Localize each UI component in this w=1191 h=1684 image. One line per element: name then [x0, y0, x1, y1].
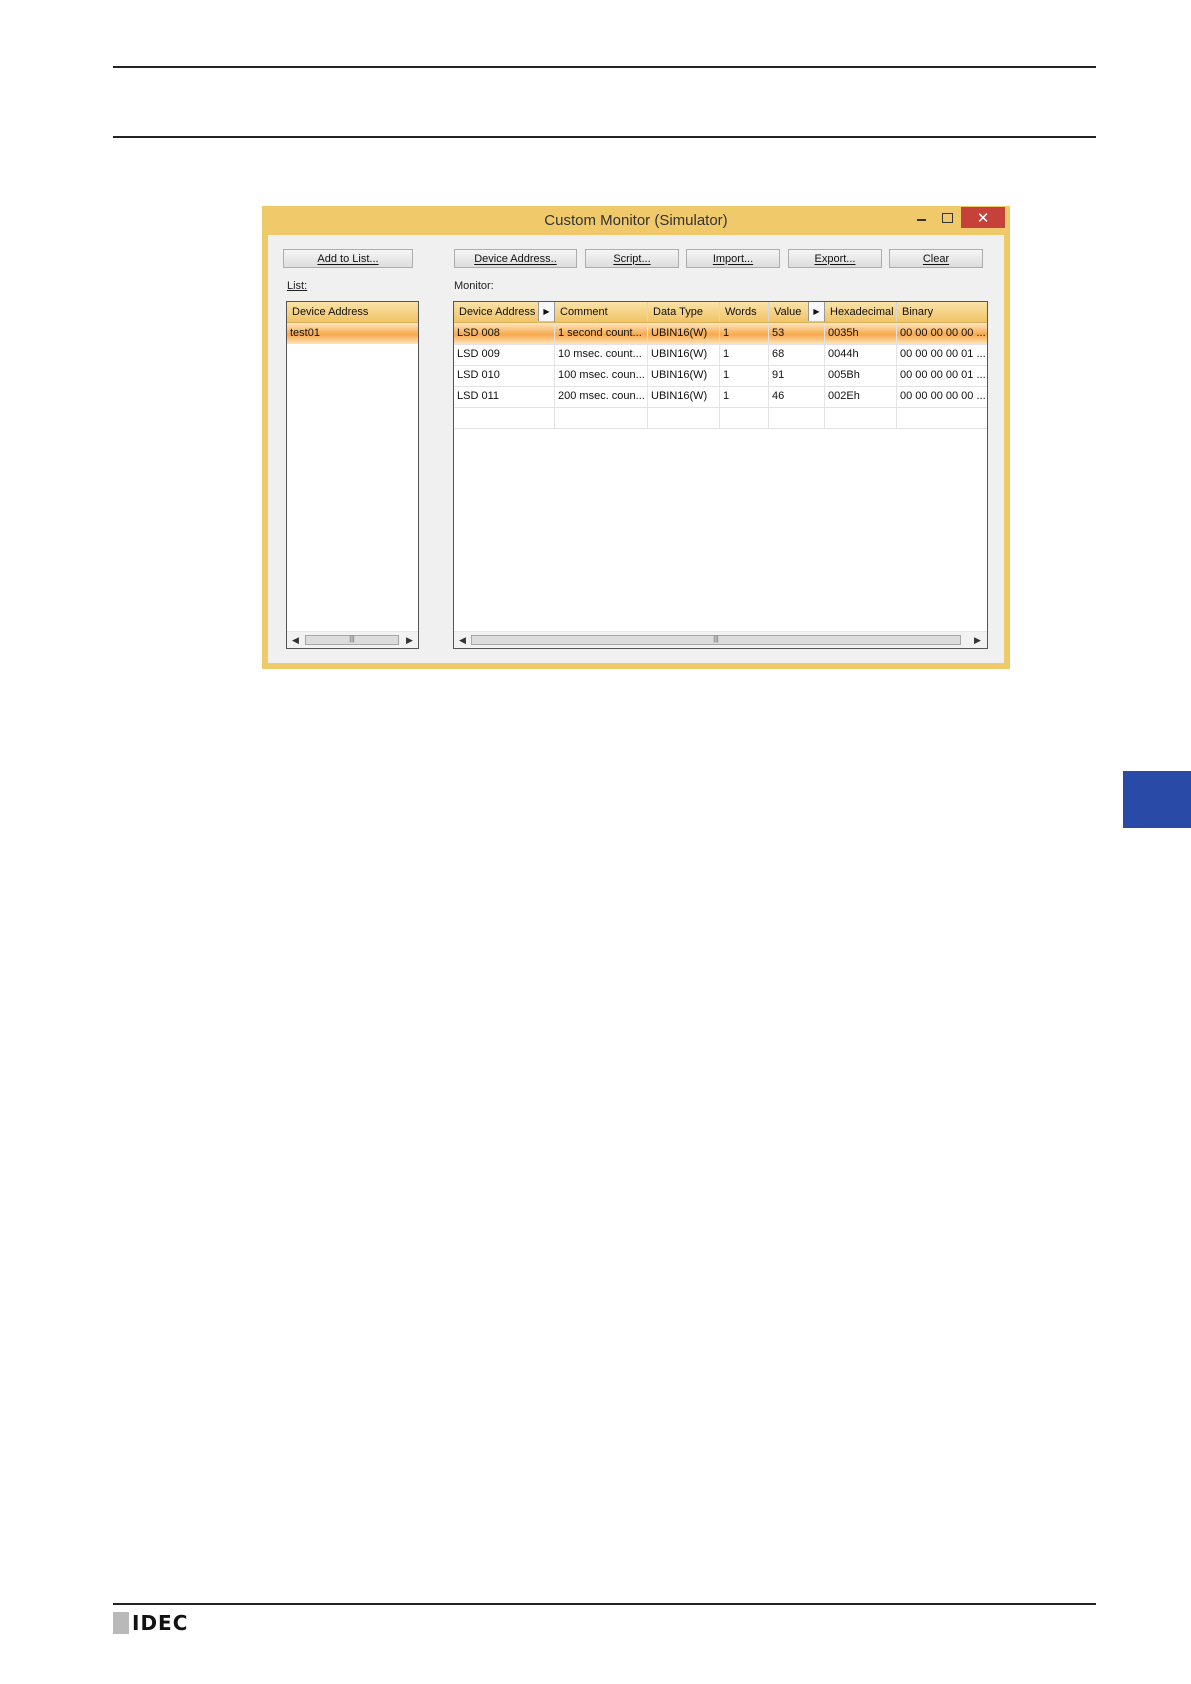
logo-mark — [113, 1612, 129, 1634]
column-value-label: Value — [774, 306, 802, 318]
cell-binary: 00 00 00 00 01 ... — [900, 369, 986, 381]
monitor-horizontal-scrollbar[interactable]: ◀ ||| ▶ — [454, 631, 987, 648]
close-button[interactable]: ✕ — [961, 207, 1005, 228]
monitor-label: Monitor: — [454, 280, 494, 292]
list-horizontal-scrollbar[interactable]: ◀ ||| ▶ — [287, 631, 418, 648]
sort-arrow-icon[interactable]: ▶ — [808, 302, 824, 321]
cell-device-address: LSD 010 — [454, 365, 555, 386]
close-icon: ✕ — [976, 209, 990, 227]
minimize-icon — [916, 218, 926, 221]
import-button[interactable]: Import... — [686, 249, 780, 268]
cell-binary: 00 00 00 00 00 ... — [900, 327, 986, 339]
cell-value: 68 — [769, 344, 825, 365]
cell-words: 1 — [720, 386, 769, 407]
table-row-empty[interactable] — [454, 407, 987, 429]
script-button[interactable]: Script... — [585, 249, 679, 268]
column-device-address[interactable]: Device Address ▶ — [454, 302, 555, 322]
cell-comment: 100 msec. coun... — [555, 365, 648, 386]
column-device-address-label: Device Address — [459, 306, 536, 318]
window-client-area: Add to List... Device Address.. Script..… — [268, 235, 1004, 663]
scroll-left-icon[interactable]: ◀ — [459, 635, 466, 646]
minimize-button[interactable] — [908, 207, 934, 228]
header-rule — [113, 136, 1096, 138]
cell-data-type: UBIN16(W) — [648, 365, 720, 386]
list-panel[interactable]: Device Address test01 ◀ ||| ▶ — [286, 301, 419, 649]
export-button[interactable]: Export... — [788, 249, 882, 268]
cell-words — [720, 407, 769, 428]
add-to-list-button[interactable]: Add to List... — [283, 249, 413, 268]
cell-device-address: LSD 009 — [454, 344, 555, 365]
cell-hexadecimal — [825, 407, 897, 428]
monitor-grid[interactable]: Device Address ▶ Comment Data Type Words… — [453, 301, 988, 649]
list-header: Device Address — [287, 302, 418, 323]
column-hexadecimal[interactable]: Hexadecimal — [825, 302, 897, 322]
cell-data-type: UBIN16(W) — [648, 386, 720, 407]
column-binary[interactable]: Binary — [897, 302, 987, 322]
cell-comment: 1 second count... — [555, 323, 648, 344]
scroll-right-icon[interactable]: ▶ — [406, 635, 413, 646]
cell-value: 46 — [769, 386, 825, 407]
list-item-label: test01 — [290, 327, 320, 339]
maximize-button[interactable] — [934, 207, 960, 228]
cell-data-type: UBIN16(W) — [648, 344, 720, 365]
column-words[interactable]: Words — [720, 302, 769, 322]
column-comment[interactable]: Comment — [555, 302, 648, 322]
cell-comment: 200 msec. coun... — [555, 386, 648, 407]
list-item[interactable]: test01 — [287, 323, 418, 344]
scroll-right-icon[interactable]: ▶ — [974, 635, 981, 646]
table-row[interactable]: LSD 010 100 msec. coun... UBIN16(W) 1 91… — [454, 365, 987, 387]
cell-data-type — [648, 407, 720, 428]
window-title: Custom Monitor (Simulator) — [544, 212, 728, 229]
sort-arrow-icon[interactable]: ▶ — [538, 302, 554, 321]
table-row[interactable]: LSD 011 200 msec. coun... UBIN16(W) 1 46… — [454, 386, 987, 408]
cell-hexadecimal: 002Eh — [825, 386, 897, 407]
cell-hexadecimal: 0035h — [825, 323, 897, 344]
cell-hexadecimal: 0044h — [825, 344, 897, 365]
cell-value: 91 — [769, 365, 825, 386]
scroll-left-icon[interactable]: ◀ — [292, 635, 299, 646]
maximize-icon — [941, 212, 953, 223]
table-row[interactable]: LSD 008 1 second count... UBIN16(W) 1 53… — [454, 323, 987, 345]
cell-comment: 10 msec. count... — [555, 344, 648, 365]
custom-monitor-window: Custom Monitor (Simulator) ✕ Add to List… — [262, 206, 1010, 669]
list-label: List: — [287, 280, 308, 292]
idec-logo: IDEC — [113, 1611, 188, 1635]
cell-value — [769, 407, 825, 428]
list-column-device-address[interactable]: Device Address — [287, 302, 418, 322]
cell-binary: 00 00 00 00 01 ... — [900, 348, 986, 360]
cell-words: 1 — [720, 365, 769, 386]
cell-device-address — [454, 407, 555, 428]
chapter-tab — [1123, 771, 1191, 828]
monitor-header: Device Address ▶ Comment Data Type Words… — [454, 302, 987, 323]
monitor-scroll-thumb[interactable]: ||| — [471, 635, 961, 645]
cell-data-type: UBIN16(W) — [648, 323, 720, 344]
cell-device-address: LSD 011 — [454, 386, 555, 407]
clear-button[interactable]: Clear — [889, 249, 983, 268]
cell-words: 1 — [720, 344, 769, 365]
cell-device-address: LSD 008 — [454, 323, 555, 344]
title-bar[interactable]: Custom Monitor (Simulator) ✕ — [262, 206, 1010, 234]
cell-words: 1 — [720, 323, 769, 344]
column-data-type[interactable]: Data Type — [648, 302, 720, 322]
logo-text: IDEC — [132, 1611, 189, 1635]
cell-binary: 00 00 00 00 00 ... — [900, 390, 986, 402]
top-rule — [113, 66, 1096, 68]
list-scroll-thumb[interactable]: ||| — [305, 635, 399, 645]
device-address-button[interactable]: Device Address.. — [454, 249, 577, 268]
footer-rule — [113, 1603, 1096, 1605]
cell-comment — [555, 407, 648, 428]
column-value[interactable]: Value ▶ — [769, 302, 825, 322]
cell-hexadecimal: 005Bh — [825, 365, 897, 386]
cell-value: 53 — [769, 323, 825, 344]
cell-binary — [897, 407, 987, 428]
table-row[interactable]: LSD 009 10 msec. count... UBIN16(W) 1 68… — [454, 344, 987, 366]
